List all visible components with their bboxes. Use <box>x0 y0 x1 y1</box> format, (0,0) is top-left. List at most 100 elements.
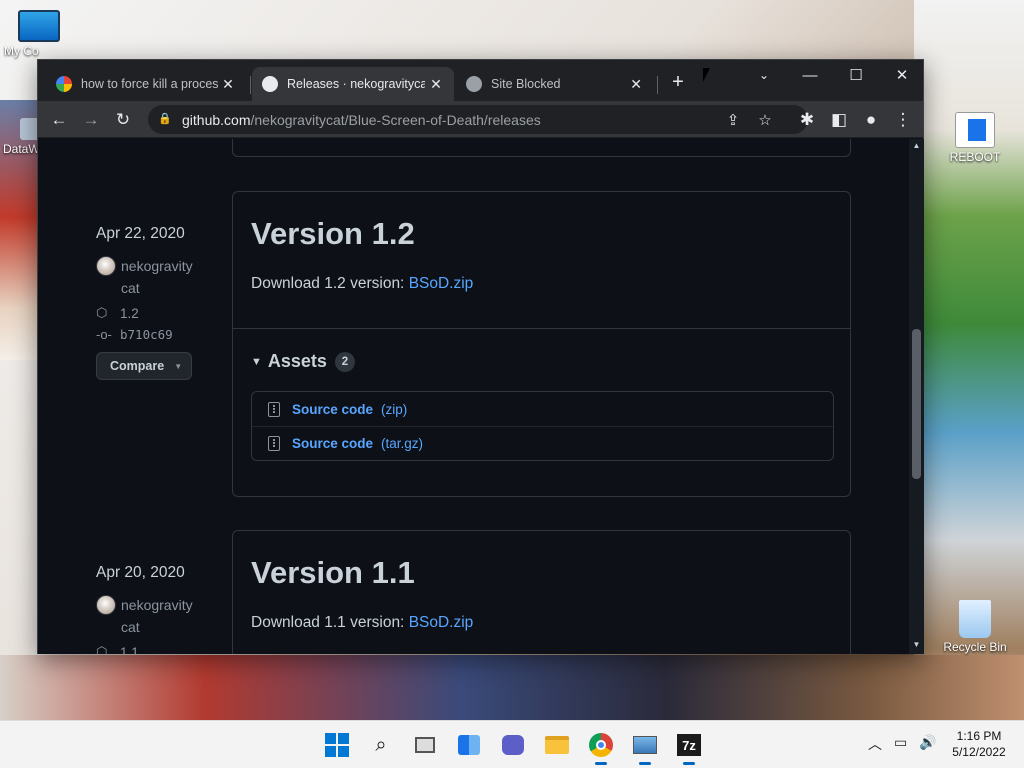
assets-label: Assets <box>267 351 327 371</box>
asset-ext[interactable]: (zip) <box>381 402 407 417</box>
photos-icon[interactable] <box>631 731 659 765</box>
release-meta: Apr 20, 2020 nekogravity cat ⬡ 1.1 <box>96 554 206 654</box>
release-author[interactable]: nekogravity cat <box>96 594 206 638</box>
release-title[interactable]: Version 1.1 <box>251 555 415 591</box>
clock-date: 5/12/2022 <box>952 745 1006 759</box>
desktop-icon-reboot[interactable]: REBOOT <box>940 112 1010 164</box>
scroll-thumb[interactable] <box>912 329 921 479</box>
release-download-link[interactable]: BSoD.zip <box>409 275 474 292</box>
release-meta: Apr 22, 2020 nekogravity cat ⬡ 1.2 -o- b7… <box>96 215 206 380</box>
release-date: Apr 20, 2020 <box>96 564 185 581</box>
author-name-line1: nekogravity <box>121 258 193 274</box>
asset-list: Source code (zip) Source code (tar.gz) <box>251 391 834 461</box>
page-viewport: Apr 22, 2020 nekogravity cat ⬡ 1.2 -o- b7… <box>38 139 909 654</box>
compare-label: Compare <box>110 359 165 373</box>
lock-icon: 🔒 <box>158 112 172 125</box>
widgets-icon[interactable] <box>455 731 483 759</box>
url-path: /nekogravitycat/Blue-Screen-of-Death/rel… <box>250 111 541 128</box>
github-icon <box>262 76 278 92</box>
desktop-icon-label: My Co <box>4 44 39 58</box>
asset-name[interactable]: Source code <box>292 402 373 417</box>
release-card: Version 1.2 Download 1.2 version: BSoD.z… <box>232 191 851 497</box>
close-tab-icon[interactable]: ✕ <box>220 76 236 93</box>
profile-avatar-icon[interactable]: ● <box>858 107 884 133</box>
side-panel-icon[interactable]: ◧ <box>826 107 852 133</box>
back-button[interactable]: ← <box>46 107 72 133</box>
bookmark-star-icon[interactable]: ☆ <box>753 109 777 131</box>
release-description-text: Download 1.1 version: <box>251 614 405 631</box>
release-title[interactable]: Version 1.2 <box>251 216 415 252</box>
author-name-line2: cat <box>121 280 140 296</box>
task-view-icon[interactable] <box>411 731 439 759</box>
avatar <box>96 595 116 615</box>
author-name-line1: nekogravity <box>121 597 193 613</box>
chrome-icon[interactable] <box>587 731 615 765</box>
start-icon[interactable] <box>323 731 351 759</box>
mouse-cursor-icon <box>703 68 710 82</box>
close-window-button[interactable]: ✕ <box>879 60 925 90</box>
release-tag[interactable]: ⬡ 1.2 <box>96 305 206 321</box>
maximize-button[interactable]: ☐ <box>833 60 879 90</box>
chrome-menu-icon[interactable]: ⋮ <box>890 107 916 133</box>
triangle-down-icon: ▼ <box>251 355 262 368</box>
reload-button[interactable]: ↻ <box>110 107 136 133</box>
system-clock[interactable]: 1:16 PM 5/12/2022 <box>944 728 1014 760</box>
teams-chat-icon[interactable] <box>499 731 527 759</box>
tab-title: Releases · nekogravitycat/ <box>287 77 425 91</box>
close-tab-icon[interactable]: ✕ <box>628 76 644 93</box>
close-tab-icon[interactable]: ✕ <box>428 76 444 93</box>
scroll-up-arrow-icon[interactable]: ▲ <box>909 141 924 153</box>
release-description-text: Download 1.2 version: <box>251 275 405 292</box>
7zip-icon[interactable]: 7z <box>675 731 703 765</box>
forward-button[interactable]: → <box>78 107 104 133</box>
tab-search-icon[interactable]: ⌄ <box>741 60 787 90</box>
page-scrollbar[interactable]: ▲ ▼ <box>909 139 924 654</box>
release-download-link[interactable]: BSoD.zip <box>409 614 474 631</box>
desktop-icon-this-pc[interactable]: My Co <box>4 10 74 58</box>
asset-name[interactable]: Source code <box>292 436 373 451</box>
release-author[interactable]: nekogravity cat <box>96 255 206 299</box>
minimize-button[interactable]: — <box>787 60 833 90</box>
tag-label: 1.2 <box>120 305 139 321</box>
release-description: Download 1.2 version: BSoD.zip <box>251 275 473 293</box>
new-tab-button[interactable]: + <box>666 72 690 92</box>
tag-label: 1.1 <box>120 644 139 655</box>
assets-count-badge: 2 <box>334 351 355 372</box>
compare-button[interactable]: Compare ▼ <box>96 352 192 380</box>
extensions-puzzle-icon[interactable]: ✱ <box>794 107 820 133</box>
desktop-icon-label: REBOOT <box>949 150 1001 164</box>
chevron-up-icon[interactable]: ︿ <box>868 734 882 754</box>
tab-github-releases[interactable]: Releases · nekogravitycat/ ✕ <box>252 67 454 101</box>
asset-ext[interactable]: (tar.gz) <box>381 436 423 451</box>
file-zip-icon <box>268 401 280 417</box>
monitor-icon <box>18 10 60 42</box>
release-date: Apr 22, 2020 <box>96 225 185 242</box>
file-zip-icon <box>268 436 280 451</box>
clock-time: 1:16 PM <box>956 729 1002 743</box>
reboot-app-icon <box>955 112 995 148</box>
browser-toolbar: ← → ↻ 🔒 github.com/nekogravitycat/Blue-S… <box>38 101 923 138</box>
assets-toggle[interactable]: ▼ Assets 2 <box>251 351 355 372</box>
tab-title: Site Blocked <box>491 77 561 91</box>
search-icon[interactable]: ⌕ <box>367 731 395 759</box>
author-name-line2: cat <box>121 619 140 635</box>
desktop-icon-recycle-bin[interactable]: Recycle Bin <box>940 600 1010 654</box>
file-explorer-icon[interactable] <box>543 731 571 759</box>
tab-google-search[interactable]: how to force kill a process ✕ <box>46 67 246 101</box>
network-icon[interactable]: ▭ <box>894 734 907 751</box>
tag-icon: ⬡ <box>96 644 108 654</box>
chrome-window: how to force kill a process ✕ Releases ·… <box>37 59 924 654</box>
wallpaper-bottom-art <box>0 655 1024 720</box>
release-card: Version 1.1 Download 1.1 version: BSoD.z… <box>232 530 851 654</box>
release-tag[interactable]: ⬡ 1.1 <box>96 644 206 654</box>
scroll-down-arrow-icon[interactable]: ▼ <box>909 640 924 652</box>
volume-icon[interactable]: 🔊 <box>919 734 936 751</box>
release-commit[interactable]: -o- b710c69 <box>96 327 206 342</box>
tab-site-blocked[interactable]: Site Blocked ✕ <box>456 67 654 101</box>
asset-row-zip[interactable]: Source code (zip) <box>252 392 833 426</box>
asset-row-targz[interactable]: Source code (tar.gz) <box>252 426 833 460</box>
divider <box>233 328 850 329</box>
address-bar[interactable]: 🔒 github.com/nekogravitycat/Blue-Screen-… <box>148 105 808 134</box>
tab-separator <box>250 76 251 94</box>
share-icon[interactable]: ⇪ <box>721 109 745 131</box>
